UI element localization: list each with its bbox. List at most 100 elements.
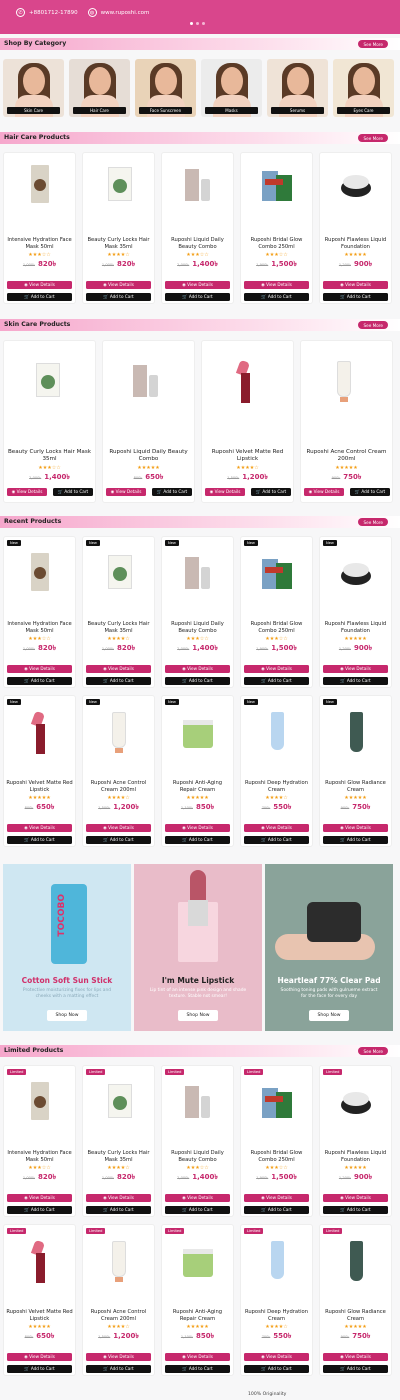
view-details-button[interactable]: ◉ View Details bbox=[165, 281, 230, 289]
add-to-cart-button[interactable]: 🛒 Add to Cart bbox=[86, 1206, 151, 1214]
product-image[interactable] bbox=[340, 553, 371, 597]
view-details-button[interactable]: ◉ View Details bbox=[323, 1353, 388, 1361]
product-name[interactable]: Ruposhi Liquid Daily Beauty Combo bbox=[105, 449, 192, 463]
product-name[interactable]: Ruposhi Bridal Glow Combo 250ml bbox=[243, 621, 310, 635]
add-to-cart-button[interactable]: 🛒 Add to Cart bbox=[7, 293, 72, 301]
view-details-button[interactable]: ◉ View Details bbox=[7, 1194, 72, 1202]
product-name[interactable]: Ruposhi Deep Hydration Cream bbox=[243, 1309, 310, 1323]
product-name[interactable]: Ruposhi Liquid Daily Beauty Combo bbox=[164, 1150, 231, 1164]
product-image[interactable] bbox=[104, 712, 134, 756]
product-image[interactable] bbox=[341, 712, 371, 756]
shop-now-button[interactable]: Shop Now bbox=[47, 1010, 87, 1021]
product-card[interactable]: Limited Ruposhi Anti-Aging Repair Cream ★★… bbox=[161, 1224, 234, 1376]
add-to-cart-button[interactable]: 🛒 Add to Cart bbox=[323, 293, 388, 301]
product-image[interactable] bbox=[25, 553, 55, 597]
product-image[interactable] bbox=[340, 1082, 371, 1126]
shop-now-button[interactable]: Shop Now bbox=[178, 1010, 218, 1021]
add-to-cart-button[interactable]: 🛒 Add to Cart bbox=[323, 677, 388, 685]
product-card[interactable]: Ruposhi Liquid Daily Beauty Combo ★★★☆☆ 2,… bbox=[161, 152, 234, 304]
product-image[interactable] bbox=[182, 1241, 213, 1285]
product-image[interactable] bbox=[183, 165, 213, 209]
product-card[interactable]: Limited Ruposhi Glow Radiance Cream ★★★★★ 9… bbox=[319, 1224, 392, 1376]
shop-now-button[interactable]: Shop Now bbox=[309, 1010, 349, 1021]
product-name[interactable]: Ruposhi Glow Radiance Cream bbox=[322, 1309, 389, 1323]
product-name[interactable]: Ruposhi Anti-Aging Repair Cream bbox=[164, 780, 231, 794]
product-card[interactable]: New Ruposhi Liquid Daily Beauty Combo ★★★☆… bbox=[161, 536, 234, 688]
view-details-button[interactable]: ◉ View Details bbox=[165, 1194, 230, 1202]
add-to-cart-button[interactable]: 🛒 Add to Cart bbox=[7, 677, 72, 685]
product-image[interactable] bbox=[104, 165, 134, 209]
product-card[interactable]: New Ruposhi Anti-Aging Repair Cream ★★★★★ 1… bbox=[161, 695, 234, 847]
view-details-button[interactable]: ◉ View Details bbox=[244, 1353, 309, 1361]
add-to-cart-button[interactable]: 🛒 Add to Cart bbox=[86, 293, 151, 301]
product-image[interactable] bbox=[262, 712, 292, 756]
category-card[interactable]: Face Sunscreen bbox=[135, 59, 196, 117]
add-to-cart-button[interactable]: 🛒 Add to Cart bbox=[165, 1206, 230, 1214]
promo-banner[interactable]: I'm Mute Lipstick Lip tint of an intense … bbox=[134, 864, 262, 1031]
add-to-cart-button[interactable]: 🛒 Add to Cart bbox=[350, 488, 390, 496]
view-details-button[interactable]: ◉ View Details bbox=[165, 665, 230, 673]
view-details-button[interactable]: ◉ View Details bbox=[304, 488, 344, 496]
product-card[interactable]: Ruposhi Velvet Matte Red Lipstick ★★★★☆ 1,… bbox=[201, 340, 294, 503]
product-name[interactable]: Ruposhi Velvet Matte Red Lipstick bbox=[6, 780, 73, 794]
add-to-cart-button[interactable]: 🛒 Add to Cart bbox=[165, 677, 230, 685]
product-name[interactable]: Ruposhi Flawless Liquid Foundation bbox=[322, 1150, 389, 1164]
product-name[interactable]: Ruposhi Flawless Liquid Foundation bbox=[322, 621, 389, 635]
product-name[interactable]: Ruposhi Liquid Daily Beauty Combo bbox=[164, 237, 231, 251]
product-image[interactable] bbox=[329, 361, 365, 419]
product-image[interactable] bbox=[261, 165, 292, 209]
add-to-cart-button[interactable]: 🛒 Add to Cart bbox=[7, 1206, 72, 1214]
view-details-button[interactable]: ◉ View Details bbox=[7, 281, 72, 289]
product-card[interactable]: Limited Ruposhi Velvet Matte Red Lipstick… bbox=[3, 1224, 76, 1376]
phone-contact[interactable]: ✆ +8801712-17890 bbox=[16, 8, 78, 17]
product-name[interactable]: Ruposhi Flawless Liquid Foundation bbox=[322, 237, 389, 251]
add-to-cart-button[interactable]: 🛒 Add to Cart bbox=[165, 836, 230, 844]
product-name[interactable]: Ruposhi Acne Control Cream 200ml bbox=[85, 780, 152, 794]
carousel-dot[interactable] bbox=[196, 22, 199, 25]
add-to-cart-button[interactable]: 🛒 Add to Cart bbox=[244, 677, 309, 685]
product-name[interactable]: Ruposhi Acne Control Cream 200ml bbox=[303, 449, 390, 463]
product-name[interactable]: Ruposhi Anti-Aging Repair Cream bbox=[164, 1309, 231, 1323]
product-card[interactable]: Ruposhi Liquid Daily Beauty Combo ★★★★★ 80… bbox=[102, 340, 195, 503]
product-card[interactable]: New Ruposhi Acne Control Cream 200ml ★★★★☆… bbox=[82, 695, 155, 847]
product-image[interactable] bbox=[183, 553, 213, 597]
view-details-button[interactable]: ◉ View Details bbox=[323, 281, 388, 289]
product-card[interactable]: Limited Ruposhi Flawless Liquid Foundatio… bbox=[319, 1065, 392, 1217]
view-details-button[interactable]: ◉ View Details bbox=[205, 488, 245, 496]
category-label[interactable]: Face Sunscreen bbox=[139, 107, 192, 114]
product-image[interactable] bbox=[262, 1241, 292, 1285]
category-card[interactable]: Skin Care bbox=[3, 59, 64, 117]
view-details-button[interactable]: ◉ View Details bbox=[7, 1353, 72, 1361]
product-card[interactable]: Beauty Curly Locks Hair Mask 35ml ★★★★☆ 1,… bbox=[82, 152, 155, 304]
product-image[interactable] bbox=[32, 361, 68, 419]
view-details-button[interactable]: ◉ View Details bbox=[244, 824, 309, 832]
add-to-cart-button[interactable]: 🛒 Add to Cart bbox=[244, 836, 309, 844]
view-details-button[interactable]: ◉ View Details bbox=[7, 824, 72, 832]
product-card[interactable]: Limited Ruposhi Bridal Glow Combo 250ml ★★… bbox=[240, 1065, 313, 1217]
see-more-button[interactable]: See More bbox=[358, 1047, 388, 1055]
product-card[interactable]: New Ruposhi Deep Hydration Cream ★★★★☆ 700৳… bbox=[240, 695, 313, 847]
carousel-dot[interactable] bbox=[202, 22, 205, 25]
category-label[interactable]: Skin Care bbox=[7, 107, 60, 114]
product-card[interactable]: New Ruposhi Bridal Glow Combo 250ml ★★★☆☆ 1… bbox=[240, 536, 313, 688]
view-details-button[interactable]: ◉ View Details bbox=[86, 1353, 151, 1361]
product-card[interactable]: Limited Ruposhi Acne Control Cream 200ml ★… bbox=[82, 1224, 155, 1376]
product-card[interactable]: Ruposhi Flawless Liquid Foundation ★★★★★ 1… bbox=[319, 152, 392, 304]
view-details-button[interactable]: ◉ View Details bbox=[86, 665, 151, 673]
category-card[interactable]: Hair Care bbox=[69, 59, 130, 117]
product-card[interactable]: Limited Ruposhi Deep Hydration Cream ★★★★☆… bbox=[240, 1224, 313, 1376]
see-more-button[interactable]: See More bbox=[358, 321, 388, 329]
view-details-button[interactable]: ◉ View Details bbox=[323, 824, 388, 832]
product-image[interactable] bbox=[230, 359, 266, 419]
add-to-cart-button[interactable]: 🛒 Add to Cart bbox=[244, 1365, 309, 1373]
product-name[interactable]: Ruposhi Deep Hydration Cream bbox=[243, 780, 310, 794]
category-label[interactable]: Hair Care bbox=[73, 107, 126, 114]
product-image[interactable] bbox=[104, 1241, 134, 1285]
product-card[interactable]: Limited Ruposhi Liquid Daily Beauty Combo… bbox=[161, 1065, 234, 1217]
product-image[interactable] bbox=[341, 1241, 371, 1285]
product-name[interactable]: Ruposhi Bridal Glow Combo 250ml bbox=[243, 1150, 310, 1164]
see-more-button[interactable]: See More bbox=[358, 134, 388, 142]
product-card[interactable]: New Beauty Curly Locks Hair Mask 35ml ★★★★… bbox=[82, 536, 155, 688]
view-details-button[interactable]: ◉ View Details bbox=[165, 1353, 230, 1361]
product-image[interactable] bbox=[104, 1082, 134, 1126]
